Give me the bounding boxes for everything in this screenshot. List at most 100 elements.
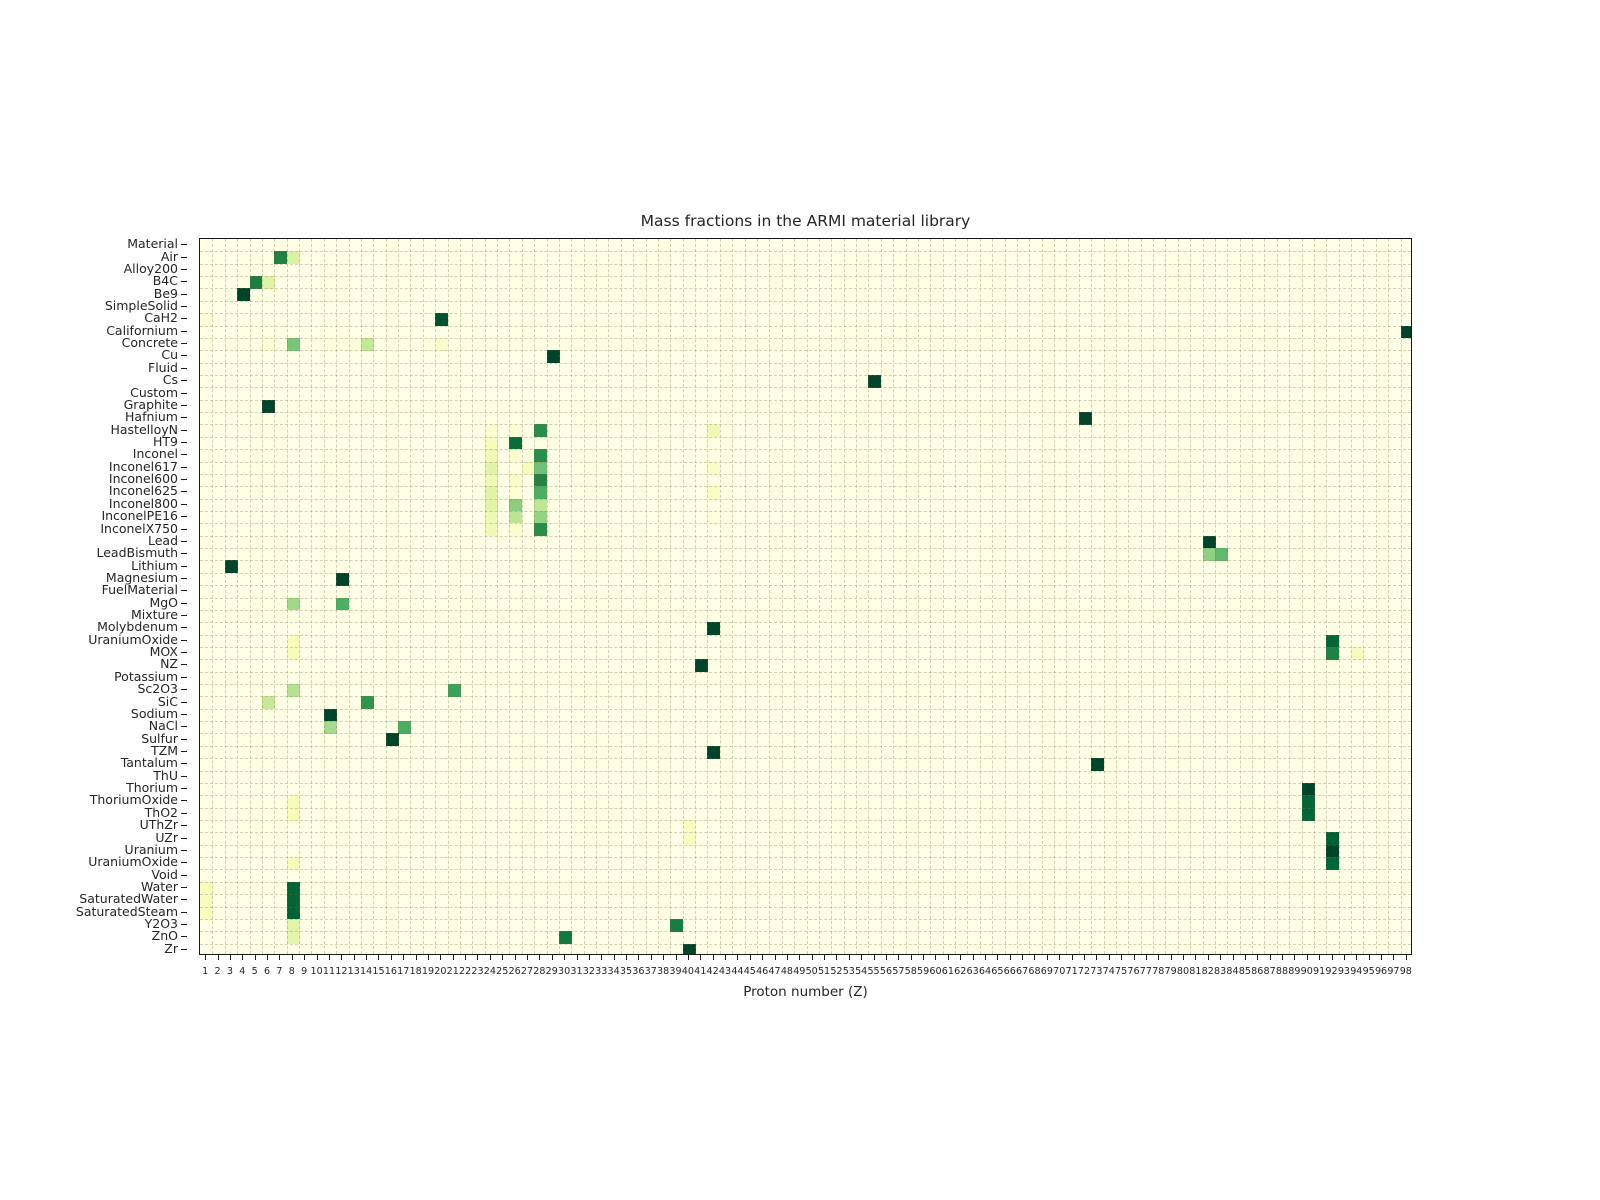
- heatmap-cell: [682, 820, 696, 833]
- heatmap-cell: [1301, 795, 1315, 809]
- x-tick-label: 26: [508, 966, 521, 977]
- heatmap-cell: [509, 337, 523, 351]
- heatmap-cell: [286, 646, 300, 660]
- heatmap-cell: [509, 473, 523, 487]
- x-tick-label: 35: [619, 966, 633, 977]
- x-tick-label: 92: [1325, 966, 1338, 977]
- x-tick-label: 83: [1214, 966, 1227, 977]
- x-tick-label: 68: [1028, 966, 1041, 977]
- heatmap-cell: [200, 894, 213, 908]
- x-tick-label: 42: [706, 966, 719, 977]
- y-tick-mark: [181, 256, 187, 258]
- x-tick-label: 18: [409, 966, 422, 977]
- y-tick-mark: [181, 305, 187, 307]
- y-tick-mark: [181, 590, 187, 592]
- x-tick-mark: [786, 955, 788, 960]
- x-tick-label: 40: [681, 966, 695, 977]
- x-tick-mark: [564, 955, 566, 960]
- y-tick-mark: [181, 491, 187, 493]
- heatmap-cell: [200, 906, 213, 920]
- heatmap-cell: [1202, 535, 1216, 549]
- x-tick-mark: [279, 955, 281, 960]
- x-tick-mark: [1232, 955, 1234, 960]
- x-tick-mark: [725, 955, 727, 960]
- x-tick-mark: [316, 955, 318, 960]
- heatmap-cell: [534, 424, 548, 438]
- y-tick-mark: [181, 899, 187, 901]
- x-tick-label: 89: [1288, 966, 1301, 977]
- x-tick-mark: [1034, 955, 1036, 960]
- heatmap-cell: [435, 337, 449, 351]
- heatmap-cell: [534, 523, 548, 537]
- heatmap-cell: [1351, 646, 1365, 660]
- heatmap-cell: [286, 597, 300, 611]
- heatmap-cell: [286, 881, 300, 895]
- heatmap-cell: [546, 350, 560, 364]
- x-tick-mark: [687, 955, 689, 960]
- x-tick-label: 74: [1102, 966, 1115, 977]
- x-tick-label: 16: [384, 966, 397, 977]
- x-tick-mark: [910, 955, 912, 960]
- x-tick-label: 52: [830, 966, 843, 977]
- heatmap-plot-area: [199, 238, 1412, 955]
- heatmap-cell: [286, 918, 300, 932]
- x-tick-mark: [675, 955, 677, 960]
- y-tick-mark: [181, 281, 187, 283]
- x-tick-mark: [576, 955, 578, 960]
- x-tick-label: 86: [1251, 966, 1264, 977]
- y-tick-mark: [181, 343, 187, 345]
- x-tick-label: 29: [545, 966, 558, 977]
- y-tick-mark: [181, 788, 187, 790]
- x-tick-mark: [1306, 955, 1308, 960]
- x-tick-mark: [861, 955, 863, 960]
- x-tick-mark: [774, 955, 776, 960]
- heatmap-cell: [1202, 548, 1216, 561]
- x-tick-label: 36: [632, 966, 645, 977]
- y-tick-mark: [181, 318, 187, 320]
- heatmap-cell: [558, 931, 572, 945]
- x-tick-mark: [1282, 955, 1284, 960]
- y-tick-mark: [181, 837, 187, 839]
- x-tick-mark: [304, 955, 306, 960]
- heatmap-cell: [435, 313, 449, 327]
- x-tick-label: 57: [892, 966, 905, 977]
- heatmap-cell: [286, 684, 300, 697]
- x-tick-mark: [551, 955, 553, 960]
- heatmap-cell: [336, 337, 350, 351]
- y-tick-mark: [181, 825, 187, 827]
- x-tick-label: 93: [1337, 966, 1351, 977]
- x-tick-label: 17: [397, 966, 410, 977]
- y-tick-mark: [181, 540, 187, 542]
- x-tick-mark: [1393, 955, 1395, 960]
- heatmap-cell: [1301, 782, 1315, 796]
- y-tick-mark: [181, 441, 187, 443]
- x-tick-mark: [1170, 955, 1172, 960]
- heatmap-cell: [534, 486, 548, 500]
- x-tick-mark: [415, 955, 417, 960]
- heatmap-cell: [336, 572, 350, 586]
- heatmap-cell: [323, 721, 337, 735]
- x-tick-label: 1: [202, 966, 209, 977]
- heatmap-cell: [286, 931, 300, 945]
- x-tick-mark: [217, 955, 219, 960]
- heatmap-cell: [534, 473, 548, 487]
- x-tick-label: 82: [1201, 966, 1214, 977]
- x-tick-label: 12: [335, 966, 348, 977]
- heatmap-cell: [261, 337, 275, 351]
- heatmap-cell: [1326, 844, 1340, 858]
- x-tick-mark: [328, 955, 330, 960]
- x-tick-mark: [502, 955, 504, 960]
- heatmap-cell: [249, 276, 263, 290]
- x-tick-mark: [291, 955, 293, 960]
- x-tick-mark: [465, 955, 467, 960]
- x-tick-label: 20: [434, 966, 447, 977]
- x-tick-label: 67: [1015, 966, 1029, 977]
- x-tick-label: 43: [718, 966, 732, 977]
- y-tick-mark: [181, 503, 187, 505]
- x-tick-label: 50: [805, 966, 818, 977]
- x-tick-label: 66: [1003, 966, 1016, 977]
- heatmap-cell: [534, 498, 548, 512]
- x-tick-label: 7: [276, 966, 283, 977]
- x-tick-mark: [737, 955, 739, 960]
- x-tick-label: 75: [1115, 966, 1128, 977]
